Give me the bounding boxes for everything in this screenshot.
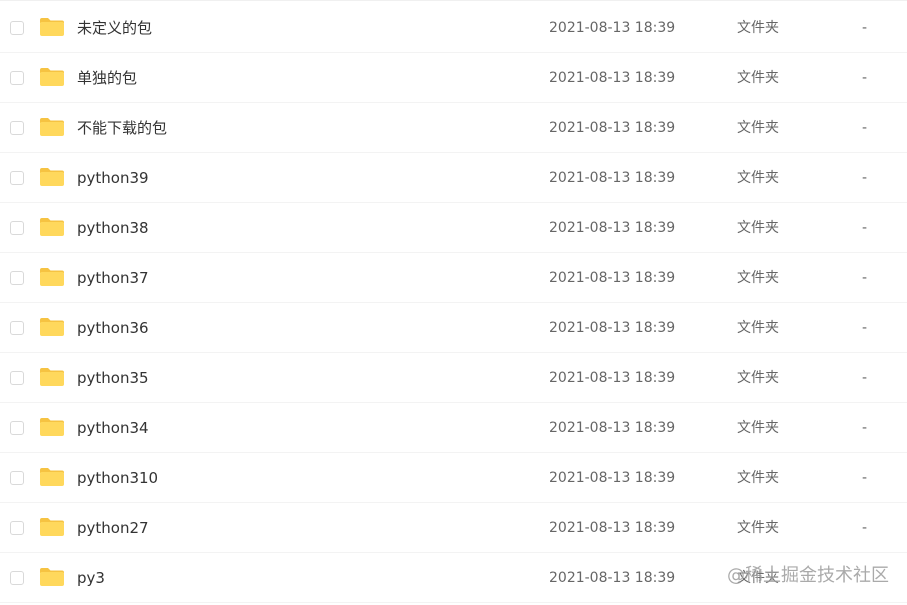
folder-icon <box>40 68 64 86</box>
file-row[interactable]: python310 2021-08-13 18:39 文件夹 - <box>0 453 907 503</box>
folder-icon <box>40 518 64 536</box>
row-checkbox[interactable] <box>10 371 24 385</box>
folder-icon <box>40 568 64 586</box>
file-name[interactable]: python27 <box>77 518 149 538</box>
file-name[interactable]: python36 <box>77 318 149 338</box>
top-divider <box>0 0 907 1</box>
file-size: - <box>862 70 868 86</box>
file-size: - <box>862 320 868 336</box>
modified-date: 2021-08-13 18:39 <box>549 470 676 486</box>
file-name[interactable]: 未定义的包 <box>77 18 152 38</box>
file-type: 文件夹 <box>737 120 779 136</box>
file-row[interactable]: python39 2021-08-13 18:39 文件夹 - <box>0 153 907 203</box>
modified-date: 2021-08-13 18:39 <box>549 570 676 586</box>
file-row[interactable]: 单独的包 2021-08-13 18:39 文件夹 - <box>0 53 907 103</box>
modified-date: 2021-08-13 18:39 <box>549 220 676 236</box>
row-checkbox[interactable] <box>10 171 24 185</box>
modified-date: 2021-08-13 18:39 <box>549 520 676 536</box>
row-checkbox[interactable] <box>10 71 24 85</box>
file-type: 文件夹 <box>737 470 779 486</box>
folder-icon <box>40 418 64 436</box>
file-row[interactable]: 不能下载的包 2021-08-13 18:39 文件夹 - <box>0 103 907 153</box>
file-type: 文件夹 <box>737 370 779 386</box>
file-size: - <box>862 520 868 536</box>
file-type: 文件夹 <box>737 320 779 336</box>
modified-date: 2021-08-13 18:39 <box>549 120 676 136</box>
row-checkbox[interactable] <box>10 521 24 535</box>
file-row[interactable]: python37 2021-08-13 18:39 文件夹 - <box>0 253 907 303</box>
file-size: - <box>862 470 868 486</box>
folder-icon <box>40 218 64 236</box>
row-checkbox[interactable] <box>10 21 24 35</box>
modified-date: 2021-08-13 18:39 <box>549 420 676 436</box>
file-name[interactable]: 单独的包 <box>77 68 137 88</box>
file-name[interactable]: python37 <box>77 268 149 288</box>
modified-date: 2021-08-13 18:39 <box>549 320 676 336</box>
file-row[interactable]: python27 2021-08-13 18:39 文件夹 - <box>0 503 907 553</box>
file-name[interactable]: python34 <box>77 418 149 438</box>
file-row[interactable]: python38 2021-08-13 18:39 文件夹 - <box>0 203 907 253</box>
folder-icon <box>40 118 64 136</box>
file-row[interactable]: python34 2021-08-13 18:39 文件夹 - <box>0 403 907 453</box>
file-row[interactable]: 未定义的包 2021-08-13 18:39 文件夹 - <box>0 3 907 53</box>
file-name[interactable]: python39 <box>77 168 149 188</box>
file-size: - <box>862 270 868 286</box>
row-checkbox[interactable] <box>10 271 24 285</box>
modified-date: 2021-08-13 18:39 <box>549 20 676 36</box>
file-row[interactable]: python35 2021-08-13 18:39 文件夹 - <box>0 353 907 403</box>
row-checkbox[interactable] <box>10 571 24 585</box>
file-size: - <box>862 20 868 36</box>
row-checkbox[interactable] <box>10 121 24 135</box>
folder-icon <box>40 168 64 186</box>
file-type: 文件夹 <box>737 420 779 436</box>
file-name[interactable]: py3 <box>77 568 105 588</box>
file-type: 文件夹 <box>737 70 779 86</box>
modified-date: 2021-08-13 18:39 <box>549 70 676 86</box>
row-checkbox[interactable] <box>10 321 24 335</box>
file-size: - <box>862 220 868 236</box>
modified-date: 2021-08-13 18:39 <box>549 370 676 386</box>
folder-icon <box>40 368 64 386</box>
folder-icon <box>40 468 64 486</box>
row-checkbox[interactable] <box>10 421 24 435</box>
file-size: - <box>862 420 868 436</box>
row-checkbox[interactable] <box>10 471 24 485</box>
file-type: 文件夹 <box>737 20 779 36</box>
modified-date: 2021-08-13 18:39 <box>549 170 676 186</box>
row-checkbox[interactable] <box>10 221 24 235</box>
file-name[interactable]: python38 <box>77 218 149 238</box>
file-size: - <box>862 370 868 386</box>
file-type: 文件夹 <box>737 170 779 186</box>
file-name[interactable]: 不能下载的包 <box>77 118 167 138</box>
file-size: - <box>862 120 868 136</box>
folder-icon <box>40 268 64 286</box>
folder-icon <box>40 318 64 336</box>
file-name[interactable]: python35 <box>77 368 149 388</box>
watermark: @稀土掘金技术社区 <box>727 565 889 586</box>
file-size: - <box>862 170 868 186</box>
file-list: 未定义的包 2021-08-13 18:39 文件夹 - 单独的包 2021-0… <box>0 3 907 603</box>
file-type: 文件夹 <box>737 520 779 536</box>
file-name[interactable]: python310 <box>77 468 158 488</box>
file-row[interactable]: python36 2021-08-13 18:39 文件夹 - <box>0 303 907 353</box>
file-type: 文件夹 <box>737 270 779 286</box>
modified-date: 2021-08-13 18:39 <box>549 270 676 286</box>
file-type: 文件夹 <box>737 220 779 236</box>
folder-icon <box>40 18 64 36</box>
